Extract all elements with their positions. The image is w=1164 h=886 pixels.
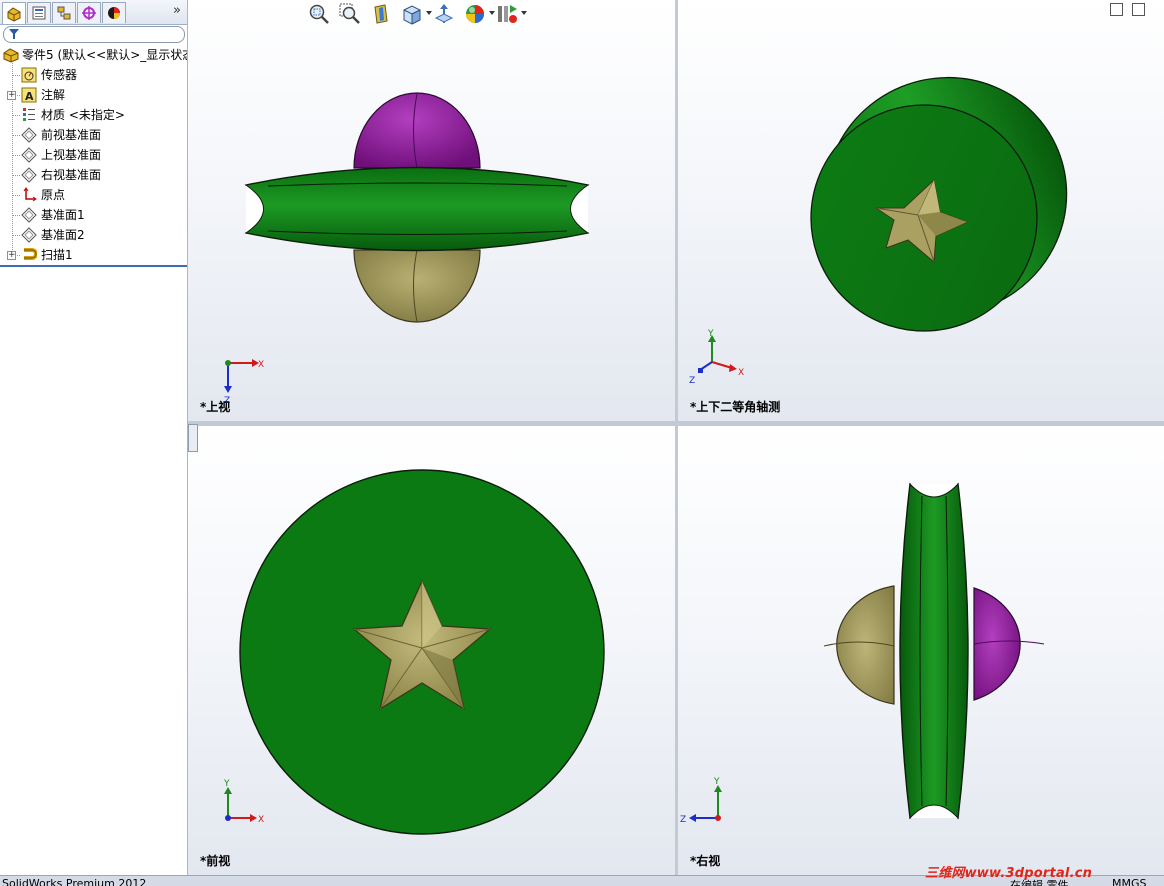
viewport-splitter-horizontal[interactable] xyxy=(188,421,1164,426)
tree-item-label: 零件5 (默认<<默认>_显示状态 xyxy=(22,48,187,62)
svg-text:Y: Y xyxy=(223,779,230,789)
tree-item-front-plane[interactable]: 前视基准面 xyxy=(0,125,187,145)
tile-horizontal-button[interactable] xyxy=(1110,3,1123,16)
scene-icon[interactable] xyxy=(496,3,518,25)
svg-text:A: A xyxy=(25,90,34,103)
watermark-text: 三维网www.3dportal.cn xyxy=(925,866,1093,881)
display-manager-icon xyxy=(108,7,120,19)
material-icon xyxy=(23,108,35,121)
axis-triad: Y X xyxy=(223,779,264,825)
expand-toggle[interactable]: + xyxy=(7,91,16,100)
model-right-view xyxy=(823,482,1045,820)
tree-item-top-plane[interactable]: 上视基准面 xyxy=(0,145,187,165)
sweep-icon xyxy=(24,248,37,260)
viewport-label-right: *右视 xyxy=(690,854,721,868)
dropdown-arrow[interactable] xyxy=(521,11,527,15)
plane-icon xyxy=(21,127,37,143)
display-manager-tab[interactable] xyxy=(102,2,126,23)
viewport-top[interactable]: X Z *上视 xyxy=(188,0,675,421)
panel-tab-bar: » xyxy=(0,0,187,25)
viewport-window-controls xyxy=(1110,3,1156,17)
khaki-hemisphere xyxy=(836,585,895,705)
tree-item-right-plane[interactable]: 右视基准面 xyxy=(0,165,187,185)
origin-icon xyxy=(23,187,37,202)
green-wheel xyxy=(244,166,590,252)
dimxpert-icon xyxy=(82,6,96,20)
plane-icon xyxy=(21,207,37,223)
viewport-label-top: *上视 xyxy=(200,400,231,414)
purple-hemisphere xyxy=(973,587,1021,701)
sensor-icon xyxy=(21,67,37,83)
configuration-manager-tab[interactable] xyxy=(52,2,76,23)
plane-icon xyxy=(21,227,37,243)
plane-icon xyxy=(21,167,37,183)
viewport-splitter-vertical[interactable] xyxy=(675,0,678,875)
view-orientation-icon[interactable] xyxy=(401,3,423,25)
dropdown-arrow[interactable] xyxy=(426,11,432,15)
feature-manager-panel: » 零件5 (默认<<默认>_显示状态 传感器 + A 注解 材质 <未指定> … xyxy=(0,0,188,875)
dimxpert-tab[interactable] xyxy=(77,2,101,23)
tree-item-plane2[interactable]: 基准面2 xyxy=(0,225,187,245)
filter-input[interactable] xyxy=(3,26,185,43)
plane-icon xyxy=(21,147,37,163)
tree-item-sensors[interactable]: 传感器 xyxy=(0,65,187,85)
annotation-icon: A xyxy=(21,87,37,103)
green-wheel xyxy=(899,482,969,820)
heads-up-view-toolbar xyxy=(306,0,566,28)
tile-vertical-button[interactable] xyxy=(1132,3,1145,16)
viewport-label-isometric: *上下二等角轴测 xyxy=(690,400,781,414)
expand-toggle[interactable]: + xyxy=(7,251,16,260)
svg-text:Z: Z xyxy=(689,376,695,386)
svg-text:Y: Y xyxy=(707,329,714,339)
axis-triad: X Z xyxy=(224,359,264,404)
feature-tree: 零件5 (默认<<默认>_显示状态 传感器 + A 注解 材质 <未指定> 前视… xyxy=(0,45,187,267)
axis-triad: Y Z xyxy=(680,777,722,825)
feature-tree-icon xyxy=(7,6,21,22)
panel-collapse-handle[interactable] xyxy=(188,424,198,452)
svg-text:X: X xyxy=(258,360,264,370)
tree-item-part[interactable]: 零件5 (默认<<默认>_显示状态 xyxy=(0,45,187,65)
viewport-right[interactable]: Y Z *右视 xyxy=(678,426,1164,875)
tree-item-origin[interactable]: 原点 xyxy=(0,185,187,205)
purple-hemisphere xyxy=(353,92,481,169)
svg-text:X: X xyxy=(738,368,744,378)
configuration-manager-icon xyxy=(57,6,71,20)
viewport-isometric[interactable]: Y X Z *上下二等角轴测 xyxy=(678,0,1164,421)
previous-view-icon[interactable] xyxy=(370,3,392,25)
khaki-hemisphere xyxy=(353,249,481,323)
svg-text:X: X xyxy=(258,815,264,825)
zoom-to-area-icon[interactable] xyxy=(339,3,361,25)
display-style-icon[interactable] xyxy=(433,3,455,25)
viewport-label-front: *前视 xyxy=(200,854,231,868)
tree-item-annotations[interactable]: + A 注解 xyxy=(0,85,187,105)
feature-tree-tab[interactable] xyxy=(2,2,26,24)
axis-triad: Y X Z xyxy=(689,329,744,386)
tree-item-sweep1[interactable]: + 扫描1 xyxy=(0,245,187,265)
svg-text:Y: Y xyxy=(713,777,720,787)
property-manager-icon xyxy=(32,6,46,20)
graphics-area[interactable]: X Z *上视 Y X Z *上下二等角轴测 Y X *前视 Y Z *右视 xyxy=(188,0,1164,875)
part-icon xyxy=(3,48,19,63)
tree-divider xyxy=(0,265,187,267)
expand-panel-button[interactable]: » xyxy=(173,3,181,18)
tree-item-material[interactable]: 材质 <未指定> xyxy=(0,105,187,125)
viewport-front[interactable]: Y X *前视 xyxy=(188,426,675,875)
zoom-to-fit-icon[interactable] xyxy=(308,3,330,25)
property-manager-tab[interactable] xyxy=(27,2,51,23)
svg-text:Z: Z xyxy=(680,815,686,825)
appearance-icon[interactable] xyxy=(464,3,486,25)
dropdown-arrow[interactable] xyxy=(489,11,495,15)
tree-item-plane1[interactable]: 基准面1 xyxy=(0,205,187,225)
